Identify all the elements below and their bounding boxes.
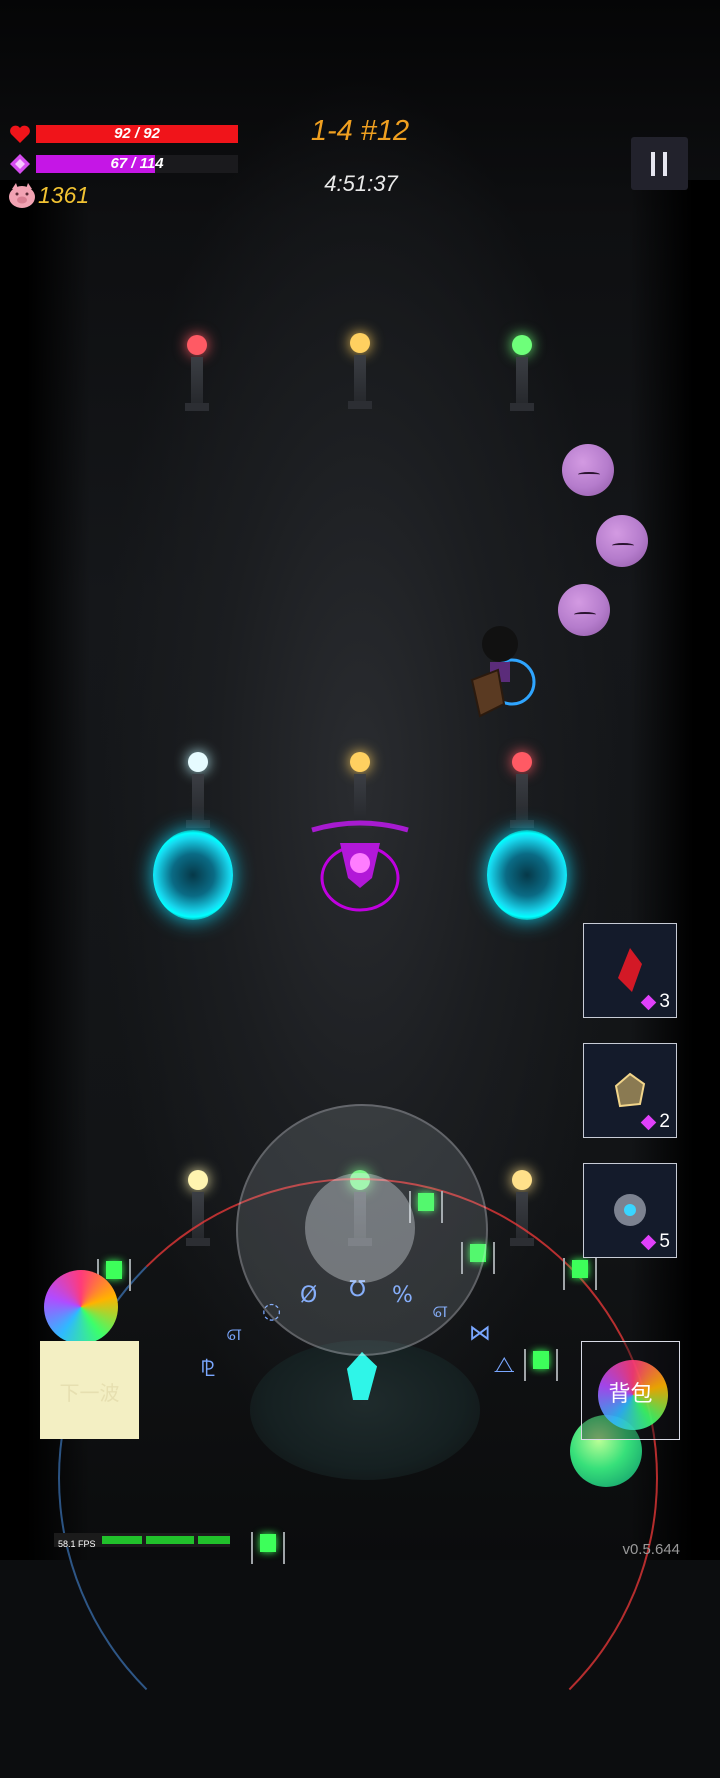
torch	[183, 335, 211, 415]
bag-button[interactable]: 背包	[581, 1341, 680, 1440]
next-wave-label: 下一波	[59, 1381, 120, 1405]
skill-slot-red-crystal[interactable]: 3	[583, 923, 677, 1018]
rune-glyph: ⋈	[469, 1321, 491, 1346]
polyhedron-icon	[614, 1072, 646, 1108]
fps-counter: 58.1 FPS	[58, 1539, 96, 1549]
turret	[524, 1345, 558, 1385]
rune-glyph: ௭	[226, 1321, 243, 1346]
rune-glyph: ⧍	[494, 1353, 515, 1378]
rune-glyph: ⅊	[200, 1357, 216, 1382]
heart-icon	[10, 125, 30, 143]
portal-right	[487, 830, 567, 920]
joystick-knob[interactable]	[305, 1173, 415, 1283]
gem-icon	[640, 1114, 657, 1131]
mana-text: 67 / 114	[110, 155, 164, 172]
gem-icon	[640, 1234, 657, 1251]
skill-slot-golden-cube[interactable]: 2	[583, 1043, 677, 1138]
diamond-icon	[10, 154, 30, 174]
gem-icon	[640, 994, 657, 1011]
coin-count: 1361	[38, 182, 90, 208]
torch	[508, 335, 536, 415]
slime-enemy	[558, 584, 610, 636]
torch	[346, 333, 374, 413]
slime-enemy	[596, 515, 648, 567]
health-bar: 92 / 92	[36, 125, 238, 143]
torch	[508, 752, 536, 832]
pause-button[interactable]	[631, 137, 688, 190]
skill-cost: 3	[659, 991, 670, 1012]
mana-bar: 67 / 114	[36, 155, 238, 173]
game-timer: 4:51:37	[324, 171, 398, 196]
stage-label: 1-4 #12	[310, 115, 410, 147]
player-character	[468, 624, 538, 719]
pig-icon	[9, 183, 35, 208]
portal-left	[153, 830, 233, 920]
pause-icon-bar	[663, 152, 667, 176]
pause-icon	[651, 152, 655, 176]
skill-cost: 2	[659, 1111, 670, 1132]
torch	[184, 752, 212, 832]
health-text: 92 / 92	[114, 125, 160, 142]
rock-orb-icon	[614, 1194, 646, 1226]
game-scene: ⅊ ௭ ◌ Ø ℧ % ௭ ⋈ ⧍	[0, 0, 720, 1778]
red-crystal-icon	[618, 948, 642, 992]
skill-slot-rock-orb[interactable]: 5	[583, 1163, 677, 1258]
rainbow-orb	[44, 1270, 118, 1344]
skill-cost: 5	[659, 1231, 670, 1252]
slime-enemy	[562, 444, 614, 496]
version-label: v0.5.644	[622, 1541, 680, 1558]
turret	[251, 1528, 285, 1568]
bag-label: 背包	[608, 1382, 653, 1407]
boss-enemy	[310, 818, 410, 918]
turret	[563, 1254, 597, 1294]
next-wave-button[interactable]: 下一波	[40, 1341, 139, 1439]
